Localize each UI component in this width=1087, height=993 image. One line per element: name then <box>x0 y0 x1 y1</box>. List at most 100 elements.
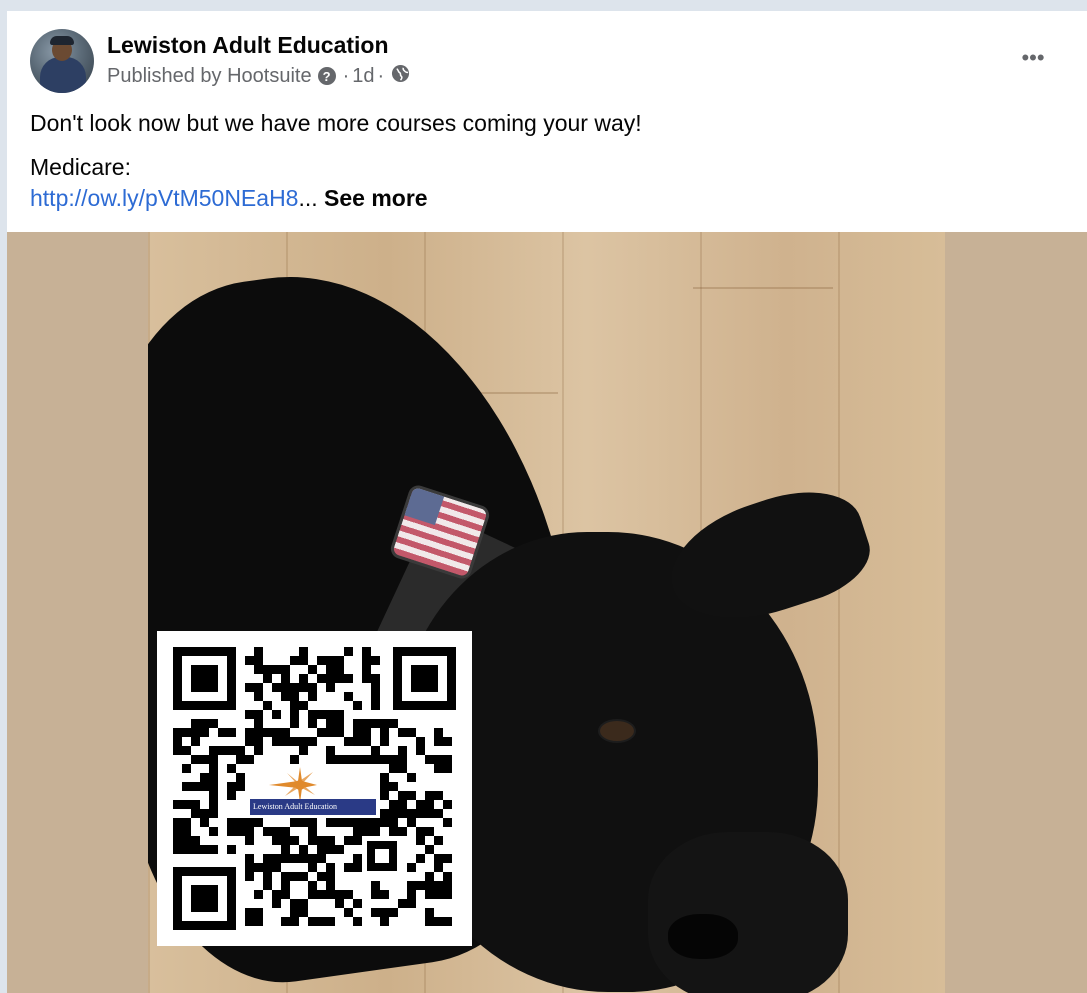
help-question-icon[interactable]: ? <box>317 67 336 85</box>
qr-module <box>281 728 290 737</box>
qr-module <box>227 791 236 800</box>
qr-module <box>263 728 272 737</box>
qr-module <box>398 899 407 908</box>
qr-module <box>425 908 434 917</box>
qr-module <box>344 908 353 917</box>
qr-module <box>326 890 335 899</box>
qr-module <box>191 782 200 791</box>
qr-module <box>353 899 362 908</box>
qr-module <box>209 809 218 818</box>
qr-module <box>344 737 353 746</box>
qr-module <box>398 746 407 755</box>
qr-module <box>272 737 281 746</box>
qr-module <box>389 827 398 836</box>
qr-module <box>200 728 209 737</box>
qr-module <box>335 674 344 683</box>
qr-module <box>263 827 272 836</box>
qr-module <box>362 719 371 728</box>
qr-module <box>425 800 434 809</box>
qr-module <box>191 845 200 854</box>
qr-module <box>425 890 434 899</box>
qr-module <box>407 791 416 800</box>
post-meta: Published by Hootsuite ? · 1d · <box>107 64 410 88</box>
meta-separator: · <box>342 64 350 87</box>
page-avatar[interactable] <box>30 29 94 93</box>
qr-module <box>209 800 218 809</box>
qr-module <box>416 836 425 845</box>
more-horizontal-icon: ••• <box>1021 45 1045 70</box>
qr-module <box>353 737 362 746</box>
ellipsis-text: ... <box>298 185 318 211</box>
more-options-button[interactable]: ••• <box>1013 44 1053 72</box>
qr-module <box>173 737 182 746</box>
qr-module <box>299 737 308 746</box>
qr-module <box>227 845 236 854</box>
post-timestamp[interactable]: 1d <box>352 65 374 88</box>
qr-module <box>254 917 263 926</box>
qr-module <box>425 917 434 926</box>
qr-module <box>254 863 263 872</box>
qr-module <box>353 827 362 836</box>
qr-module <box>254 710 263 719</box>
qr-module <box>281 872 290 881</box>
qr-module <box>182 818 191 827</box>
qr-module <box>308 827 317 836</box>
qr-module <box>182 746 191 755</box>
post-link[interactable]: http://ow.ly/pVtM50NEaH8 <box>30 185 298 211</box>
qr-module <box>407 863 416 872</box>
qr-module <box>200 782 209 791</box>
qr-module <box>209 746 218 755</box>
qr-module <box>281 827 290 836</box>
qr-module <box>371 755 380 764</box>
qr-module <box>371 719 380 728</box>
see-more-button[interactable]: See more <box>324 185 428 211</box>
qr-module <box>281 890 290 899</box>
page-name-link[interactable]: Lewiston Adult Education <box>107 31 389 59</box>
qr-module <box>443 755 452 764</box>
qr-module <box>173 818 182 827</box>
qr-module <box>299 683 308 692</box>
qr-module <box>236 818 245 827</box>
qr-module <box>425 827 434 836</box>
qr-module <box>371 656 380 665</box>
qr-module <box>434 809 443 818</box>
qr-module <box>191 755 200 764</box>
qr-module <box>371 701 380 710</box>
qr-module <box>173 845 182 854</box>
qr-module <box>209 782 218 791</box>
qr-module <box>236 827 245 836</box>
qr-module <box>263 881 272 890</box>
qr-module <box>389 764 398 773</box>
qr-module <box>317 836 326 845</box>
qr-module <box>389 782 398 791</box>
qr-module <box>398 809 407 818</box>
qr-module <box>344 755 353 764</box>
qr-module <box>335 656 344 665</box>
qr-module <box>308 881 317 890</box>
qr-module <box>371 908 380 917</box>
qr-module <box>209 719 218 728</box>
qr-module <box>317 917 326 926</box>
qr-module <box>317 728 326 737</box>
qr-module <box>434 764 443 773</box>
qr-module <box>317 674 326 683</box>
published-by-text: Published by Hootsuite <box>107 64 312 87</box>
qr-module <box>380 890 389 899</box>
qr-module <box>227 782 236 791</box>
qr-module <box>227 827 236 836</box>
qr-module <box>227 818 236 827</box>
qr-module <box>299 818 308 827</box>
qr-module <box>200 845 209 854</box>
dog-snout <box>648 832 848 993</box>
qr-module <box>407 881 416 890</box>
qr-module <box>245 917 254 926</box>
qr-module <box>434 881 443 890</box>
qr-module <box>209 791 218 800</box>
qr-module <box>308 710 317 719</box>
qr-module <box>263 665 272 674</box>
qr-module <box>299 845 308 854</box>
qr-module <box>308 665 317 674</box>
globe-icon[interactable] <box>391 64 410 89</box>
qr-module <box>263 701 272 710</box>
qr-module <box>182 827 191 836</box>
